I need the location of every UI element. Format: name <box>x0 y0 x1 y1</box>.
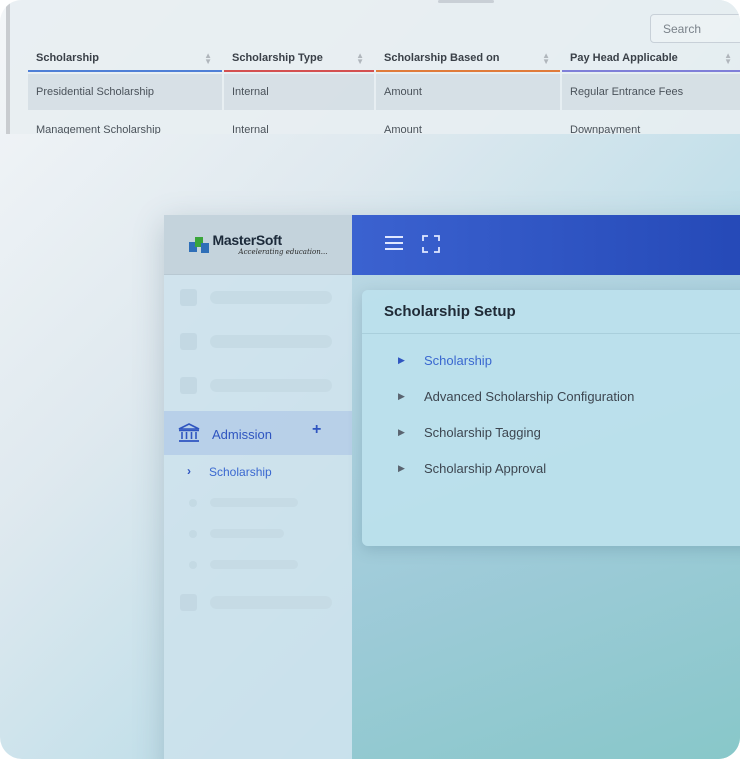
sort-icon[interactable]: ▲ ▼ <box>724 52 732 66</box>
setup-link-label: Advanced Scholarship Configuration <box>424 389 635 404</box>
submenu-item-placeholder[interactable] <box>164 518 352 549</box>
column-header-label: Pay Head Applicable <box>570 52 678 64</box>
table-cell: Amount <box>384 124 422 134</box>
caret-right-icon: ▶ <box>398 427 405 437</box>
column-header-scholarship-type[interactable]: Scholarship Type ▲ ▼ <box>224 46 374 72</box>
table-cell: Internal <box>232 124 269 134</box>
column-header-label: Scholarship <box>36 52 99 64</box>
top-navbar <box>352 215 740 275</box>
setup-link-label: Scholarship Approval <box>424 461 547 476</box>
caret-right-icon: ▶ <box>398 391 405 401</box>
setup-link-label: Scholarship Tagging <box>424 425 541 440</box>
sort-icon[interactable]: ▲ ▼ <box>204 52 212 66</box>
setup-link-tagging[interactable]: ▶ Scholarship Tagging <box>362 415 740 451</box>
logo-tagline: Accelerating education... <box>238 248 328 256</box>
expand-plus-icon[interactable]: + <box>312 421 321 439</box>
table-cell: Management Scholarship <box>36 124 161 134</box>
horizontal-scrollbar[interactable] <box>438 0 494 3</box>
sidebar-item-placeholder[interactable] <box>164 275 352 319</box>
sidebar-item-placeholder[interactable] <box>164 319 352 363</box>
screen-frame: Search Scholarship ▲ ▼ Scholarship Type ▲… <box>0 0 740 759</box>
sidebar-item-placeholder[interactable] <box>164 363 352 407</box>
hamburger-menu-icon[interactable] <box>385 236 403 251</box>
submenu-item-label: Scholarship <box>209 465 272 479</box>
setup-link-scholarship[interactable]: ▶ Scholarship <box>362 343 740 379</box>
caret-right-icon: ▶ <box>398 355 405 365</box>
setup-link-approval[interactable]: ▶ Scholarship Approval <box>362 451 740 487</box>
column-header-pay-head[interactable]: Pay Head Applicable ▲ ▼ <box>562 46 740 72</box>
table-cell: Amount <box>376 74 560 110</box>
setup-link-advanced-configuration[interactable]: ▶ Advanced Scholarship Configuration <box>362 379 740 415</box>
sidebar: MasterSoft Accelerating education... Adm… <box>164 215 352 759</box>
table-cell: Presidential Scholarship <box>28 74 222 110</box>
sidebar-item-placeholder[interactable] <box>164 580 352 624</box>
logo-name: MasterSoft <box>212 232 283 248</box>
institution-icon <box>178 423 200 442</box>
setup-menu-list: ▶ Scholarship ▶ Advanced Scholarship Con… <box>362 334 740 487</box>
submenu-item-placeholder[interactable] <box>164 549 352 580</box>
column-header-label: Scholarship Based on <box>384 52 500 64</box>
column-header-based-on[interactable]: Scholarship Based on ▲ ▼ <box>376 46 560 72</box>
table-row[interactable]: Presidential Scholarship Internal Amount… <box>28 74 740 110</box>
sort-icon[interactable]: ▲ ▼ <box>356 52 364 66</box>
table-cell: Internal <box>224 74 374 110</box>
sidebar-item-admission[interactable]: Admission + <box>164 411 352 455</box>
scholarship-setup-card: Scholarship Setup ▶ Scholarship ▶ Advanc… <box>362 290 740 546</box>
table-row[interactable]: Management Scholarship Internal Amount D… <box>28 112 740 134</box>
table-cell: Downpayment <box>570 124 641 134</box>
scholarship-table-panel: Search Scholarship ▲ ▼ Scholarship Type ▲… <box>6 0 740 134</box>
search-input[interactable]: Search <box>650 14 740 43</box>
mastersoft-logo: MasterSoft Accelerating education... <box>188 232 328 256</box>
sort-icon[interactable]: ▲ ▼ <box>542 52 550 66</box>
setup-link-label: Scholarship <box>424 353 492 368</box>
chevron-right-icon: › <box>187 464 191 478</box>
sidebar-item-label: Admission <box>212 427 272 442</box>
submenu-item-scholarship[interactable]: › Scholarship <box>164 455 352 487</box>
submenu-item-placeholder[interactable] <box>164 487 352 518</box>
fullscreen-icon[interactable] <box>422 235 440 253</box>
column-header-label: Scholarship Type <box>232 52 323 64</box>
app-window: MasterSoft Accelerating education... Adm… <box>164 215 740 759</box>
card-title: Scholarship Setup <box>362 290 740 334</box>
caret-right-icon: ▶ <box>398 463 405 473</box>
mastersoft-logo-icon <box>188 236 209 254</box>
column-header-scholarship[interactable]: Scholarship ▲ ▼ <box>28 46 222 72</box>
logo-area[interactable]: MasterSoft Accelerating education... <box>164 215 352 275</box>
table-header: Scholarship ▲ ▼ Scholarship Type ▲ ▼ Schol… <box>28 46 740 72</box>
table-cell: Regular Entrance Fees <box>562 74 740 110</box>
